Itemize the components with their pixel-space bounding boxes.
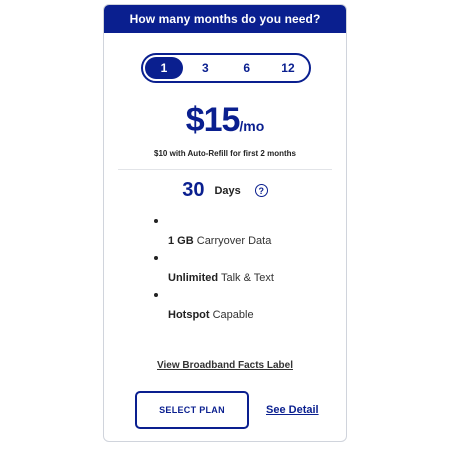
broadband-facts-link[interactable]: View Broadband Facts Label: [104, 360, 346, 371]
price-amount: $15: [185, 101, 241, 139]
feature-item: Unlimited Talk & Text: [154, 252, 344, 289]
days-label: Days: [214, 184, 241, 197]
feature-text: Unlimited Talk & Text: [168, 272, 274, 284]
autorefill-note: $10 with Auto-Refill for first 2 months: [154, 149, 296, 158]
plan-card: How many months do you need? 1 3 6 12 $1…: [103, 4, 347, 442]
month-option-6[interactable]: 6: [228, 57, 266, 79]
features-list: 1 GB Carryover Data Unlimited Talk & Tex…: [154, 215, 344, 326]
month-option-1[interactable]: 1: [145, 57, 183, 79]
bullet-icon: [154, 219, 158, 223]
feature-item: Hotspot Capable: [154, 289, 344, 326]
select-plan-button[interactable]: SELECT PLAN: [135, 391, 249, 429]
feature-rest: Capable: [209, 309, 254, 321]
bullet-icon: [154, 293, 158, 297]
card-header: How many months do you need?: [104, 5, 346, 33]
help-icon[interactable]: ?: [254, 184, 268, 197]
feature-text: 1 GB Carryover Data: [168, 235, 271, 247]
plan-days: 30 Days ?: [104, 179, 346, 202]
see-detail-link[interactable]: See Detail: [266, 404, 319, 416]
price-period: /mo: [239, 118, 265, 134]
feature-bold: Unlimited: [168, 272, 219, 284]
divider: [118, 169, 332, 170]
months-selector: 1 3 6 12: [141, 53, 311, 83]
feature-text: Hotspot Capable: [168, 309, 254, 321]
feature-rest: Talk & Text: [218, 272, 274, 284]
days-number: 30: [182, 179, 205, 201]
feature-bold: Hotspot: [168, 309, 210, 321]
feature-item: 1 GB Carryover Data: [154, 215, 344, 252]
feature-rest: Carryover Data: [193, 235, 272, 247]
month-option-3[interactable]: 3: [186, 57, 224, 79]
month-option-12[interactable]: 12: [269, 57, 307, 79]
bullet-icon: [154, 256, 158, 260]
feature-bold: 1 GB: [168, 235, 194, 247]
header-title: How many months do you need?: [129, 12, 321, 26]
price: $15/mo: [104, 101, 346, 140]
